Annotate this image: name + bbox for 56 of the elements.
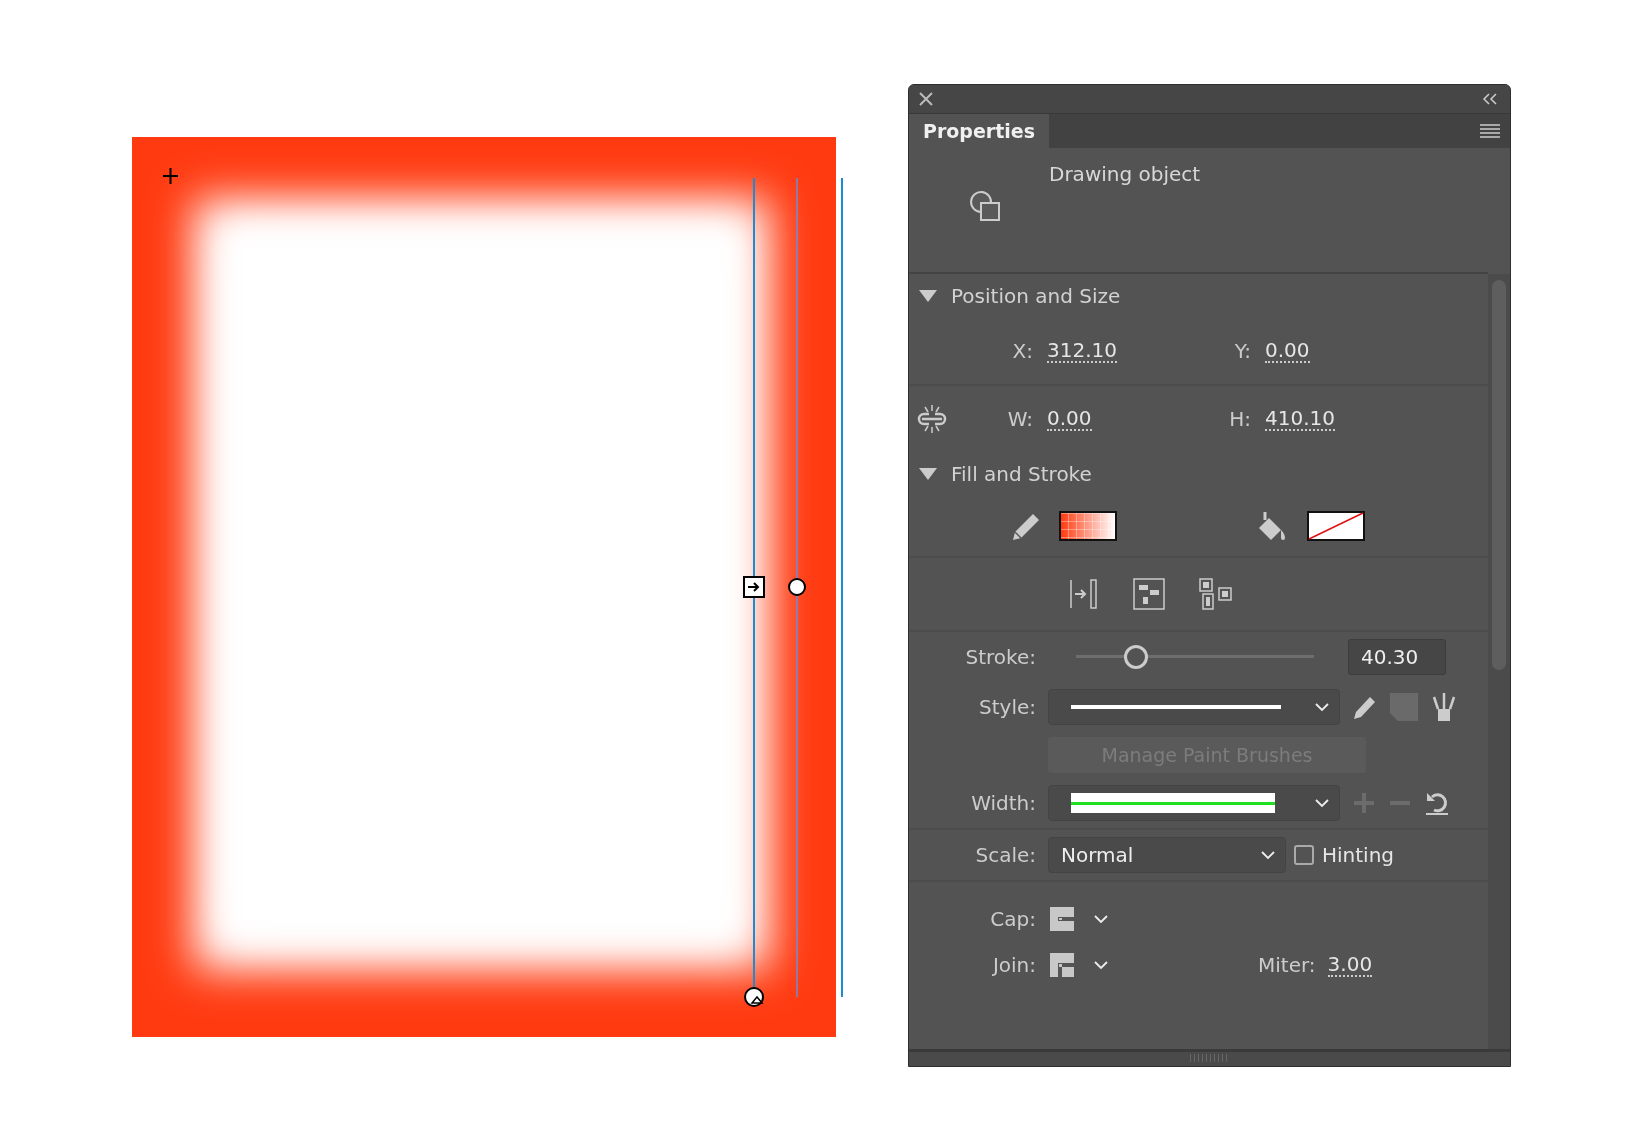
stroke-value-field[interactable]: 40.30 [1348,639,1446,675]
chevron-down-icon [1315,703,1329,712]
height-value-field[interactable]: 410.10 [1265,407,1335,431]
join-style-dropdown[interactable] [1048,953,1108,977]
disclosure-triangle-icon[interactable] [919,290,937,302]
link-icon[interactable] [917,404,947,434]
width-handle[interactable] [743,576,765,598]
object-type-label: Drawing object [1049,161,1202,188]
width-value-field[interactable]: 0.00 [1047,407,1092,431]
fill-color-swatch[interactable] [1307,511,1365,541]
chevron-down-icon [1094,914,1108,924]
reset-icon[interactable] [1424,790,1450,816]
close-icon[interactable] [919,92,933,106]
field-label: Cap: [989,907,1036,931]
properties-tab[interactable]: Properties [909,114,1049,148]
field-label: Y: [1233,339,1252,363]
field-label: Width: [970,791,1036,815]
width-profile-dropdown[interactable] [1048,785,1340,821]
stroke-color-swatch[interactable] [1059,511,1117,541]
distribute-icon[interactable] [1199,578,1233,610]
chevron-down-icon [1094,960,1108,970]
cap-style-icon [1050,907,1074,931]
section-title: Fill and Stroke [951,462,1092,486]
field-label: Style: [978,695,1036,719]
hinting-checkbox[interactable] [1294,845,1314,865]
join-style-icon [1050,953,1074,977]
miter-value-field[interactable]: 3.00 [1327,953,1373,977]
field-label: Miter: [1258,953,1316,977]
menu-icon[interactable] [1480,124,1500,138]
brushes-icon[interactable] [1430,691,1458,723]
slider-thumb[interactable] [1123,645,1148,669]
chevron-down-icon [1261,851,1275,860]
y-value-field[interactable]: 0.00 [1265,339,1310,363]
collapse-icon[interactable] [1482,93,1498,105]
disclosure-triangle-icon[interactable] [919,468,937,480]
dropdown-value: Normal [1061,843,1134,867]
crosshair-icon [162,167,179,185]
field-label: W: [1006,407,1034,431]
section-title: Position and Size [951,284,1121,308]
field-label: X: [1011,339,1034,363]
field-label: Scale: [974,843,1036,867]
shapes-icon [967,190,1001,222]
style-dropdown[interactable] [1048,689,1340,725]
field-label: Join: [991,953,1036,977]
field-label: Stroke: [964,645,1036,669]
scrollbar[interactable] [1488,274,1510,1049]
field-label: H: [1228,407,1252,431]
cap-style-dropdown[interactable] [1048,907,1108,931]
resize-grip[interactable] [909,1049,1510,1066]
align-grid-icon[interactable] [1133,578,1165,610]
x-value-field[interactable]: 312.10 [1047,339,1117,363]
align-edge-icon[interactable] [1069,578,1099,610]
control-point[interactable] [788,578,806,596]
chevron-down-icon [1315,799,1329,808]
checkbox-label: Hinting [1322,843,1395,867]
scale-dropdown[interactable]: Normal [1048,837,1286,873]
